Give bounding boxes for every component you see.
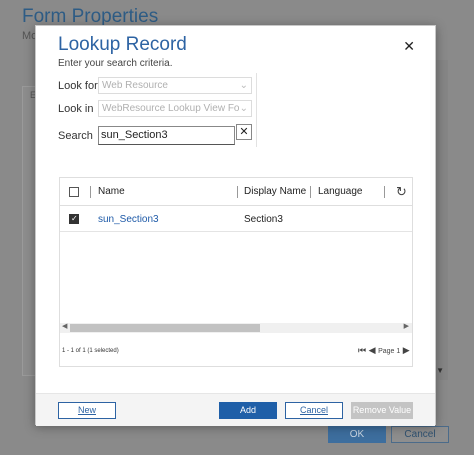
row-name-link[interactable]: sun_Section3 <box>98 214 159 225</box>
remove-value-button[interactable]: Remove Value <box>351 402 413 419</box>
chevron-down-icon: ⌄ <box>239 80 248 91</box>
look-for-select[interactable]: Web Resource ⌄ <box>98 77 252 94</box>
pager: ⏮ ◀ Page 1 ▶ <box>358 345 410 356</box>
horizontal-scrollbar[interactable]: ◀ ▶ <box>60 323 412 333</box>
dialog-footer: New Add Cancel Remove Value <box>36 393 435 426</box>
scroll-left-icon[interactable]: ◀ <box>62 322 67 330</box>
form-properties-scrollbar[interactable] <box>436 60 448 380</box>
first-page-icon[interactable]: ⏮ <box>358 345 366 356</box>
look-in-label: Look in <box>58 103 94 115</box>
scrollbar-thumb[interactable] <box>70 324 260 332</box>
clear-search-button[interactable]: ✕ <box>236 124 252 140</box>
dialog-subtitle: Enter your search criteria. <box>58 58 173 69</box>
row-checkbox[interactable] <box>69 214 79 224</box>
look-in-select[interactable]: WebResource Lookup View Fo ⌄ <box>98 100 252 117</box>
select-all-checkbox[interactable] <box>69 187 79 197</box>
previous-page-icon[interactable]: ◀ <box>369 345 376 356</box>
results-grid: Name Display Name Language ↻ sun_Section… <box>59 177 413 367</box>
form-properties-cancel-button[interactable]: Cancel <box>391 426 449 443</box>
dialog-title: Lookup Record <box>58 34 187 55</box>
page-number: Page 1 <box>378 348 401 355</box>
new-button[interactable]: New <box>58 402 116 419</box>
scroll-down-icon[interactable]: ▼ <box>436 366 444 375</box>
look-for-label: Look for <box>58 80 98 92</box>
scroll-right-icon[interactable]: ▶ <box>404 322 409 330</box>
column-separator <box>90 186 91 198</box>
refresh-icon[interactable]: ↻ <box>396 184 407 200</box>
form-properties-ok-button[interactable]: OK <box>328 426 386 443</box>
look-in-value: WebResource Lookup View Fo <box>102 103 240 114</box>
chevron-down-icon: ⌄ <box>239 103 248 114</box>
column-separator[interactable] <box>310 186 311 198</box>
lookup-record-dialog: Lookup Record Enter your search criteria… <box>35 25 436 426</box>
column-header-language[interactable]: Language <box>318 186 363 197</box>
column-separator[interactable] <box>237 186 238 198</box>
table-row[interactable]: sun_Section3 Section3 <box>60 207 412 232</box>
column-header-display-name[interactable]: Display Name <box>244 186 306 197</box>
cancel-button[interactable]: Cancel <box>285 402 343 419</box>
search-input[interactable]: sun_Section3 <box>98 126 235 145</box>
grid-footer: 1 - 1 of 1 (1 selected) ⏮ ◀ Page 1 ▶ <box>60 336 412 366</box>
look-for-value: Web Resource <box>102 80 168 91</box>
search-label: Search <box>58 130 93 142</box>
next-page-icon[interactable]: ▶ <box>403 345 410 356</box>
grid-header: Name Display Name Language ↻ <box>60 178 412 206</box>
close-icon[interactable]: ✕ <box>403 38 415 55</box>
row-display-name: Section3 <box>244 214 283 225</box>
field-divider <box>256 73 257 147</box>
record-count-status: 1 - 1 of 1 (1 selected) <box>62 348 119 354</box>
column-separator[interactable] <box>384 186 385 198</box>
add-button[interactable]: Add <box>219 402 277 419</box>
column-header-name[interactable]: Name <box>98 186 125 197</box>
